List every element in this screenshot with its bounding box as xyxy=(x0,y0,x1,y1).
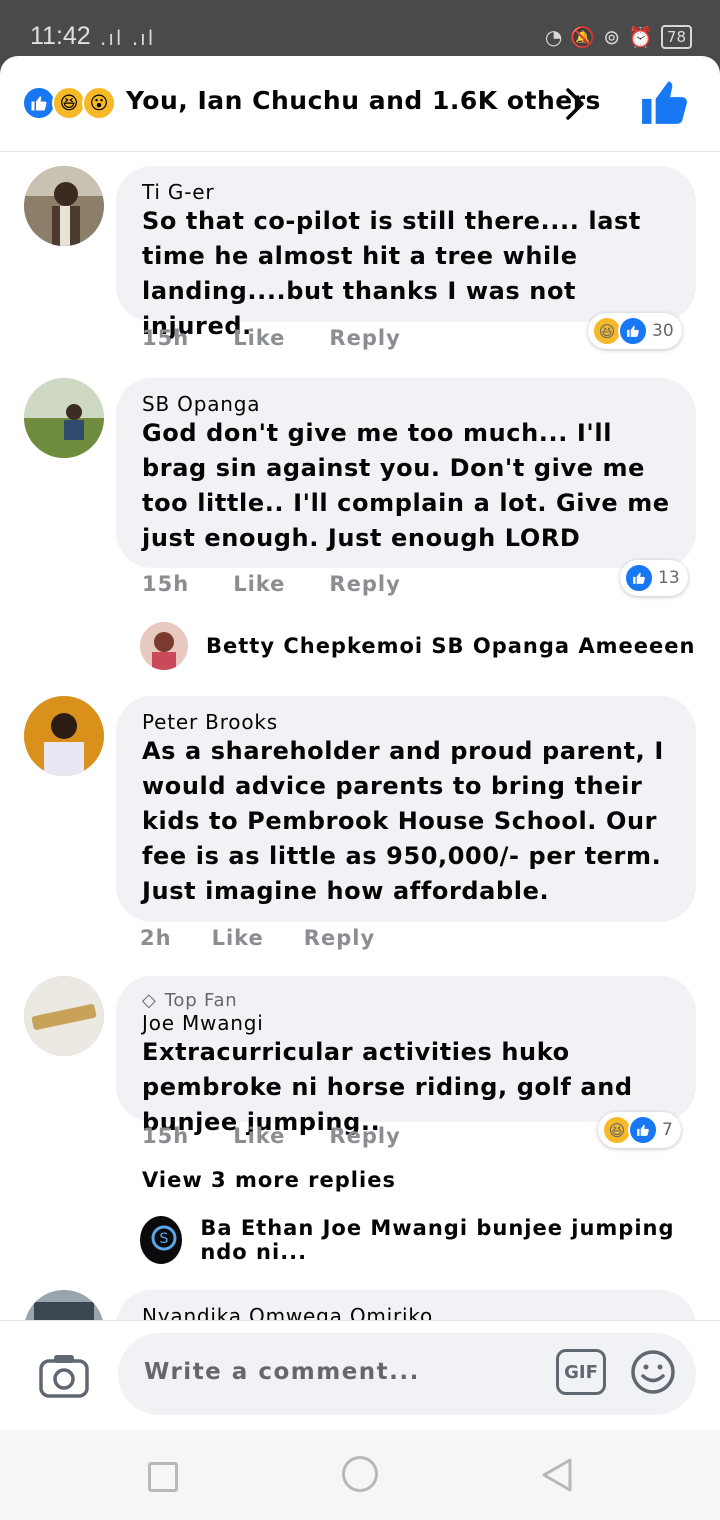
reply-preview-text: Betty Chepkemoi SB Opanga Ameeeen xyxy=(206,634,696,658)
avatar[interactable] xyxy=(24,976,104,1056)
comment-meta: 2h Like Reply xyxy=(140,926,375,950)
like-icon xyxy=(628,1115,658,1145)
comment-author[interactable]: Joe Mwangi xyxy=(142,1011,670,1035)
sim-icon: ◔ xyxy=(544,25,563,49)
comment-meta: 15h Like Reply xyxy=(142,326,401,350)
like-link[interactable]: Like xyxy=(212,926,264,950)
reply-preview[interactable]: S Ba Ethan Joe Mwangi bunjee jumping ndo… xyxy=(140,1216,720,1264)
like-link[interactable]: Like xyxy=(233,1124,285,1148)
comment-time: 2h xyxy=(140,926,172,950)
svg-text:S: S xyxy=(160,1231,169,1247)
chevron-right-icon[interactable] xyxy=(560,84,590,124)
haha-icon: 😆 xyxy=(52,86,86,120)
comment-bubble: ◇ Top Fan Joe Mwangi Extracurricular act… xyxy=(116,976,696,1136)
camera-icon[interactable] xyxy=(38,1353,90,1399)
comment-meta: 15h Like Reply xyxy=(142,572,401,596)
battery-icon: 78 xyxy=(660,25,692,49)
status-bar: 11:42 .ıl .ıl ◔ 🔕 ⊚ ⏰ 78 xyxy=(0,0,720,56)
comment-author[interactable]: Ti G-er xyxy=(142,180,670,204)
like-icon xyxy=(618,316,648,346)
avatar[interactable]: S xyxy=(140,1216,183,1264)
reactions-header[interactable]: 😆 😮 You, Ian Chuchu and 1.6K others xyxy=(0,56,720,152)
comment-input[interactable]: Write a comment... GIF xyxy=(118,1333,696,1415)
wow-icon: 😮 xyxy=(82,86,116,120)
emoji-icon[interactable] xyxy=(630,1349,676,1395)
comments-sheet: 😆 😮 You, Ian Chuchu and 1.6K others Ti G… xyxy=(0,56,720,1520)
comment-reactions[interactable]: 😆 7 xyxy=(598,1112,681,1148)
comment-time: 15h xyxy=(142,572,190,596)
comment-input-placeholder: Write a comment... xyxy=(144,1359,420,1385)
home-button[interactable] xyxy=(342,1456,378,1492)
comment-time: 15h xyxy=(142,326,190,350)
avatar[interactable] xyxy=(24,378,104,458)
vibrate-icon: 🔕 xyxy=(570,25,596,49)
comment-reactions[interactable]: 13 xyxy=(620,560,688,596)
top-fan-badge: ◇ Top Fan xyxy=(142,990,238,1011)
like-icon xyxy=(22,86,56,120)
diamond-icon: ◇ xyxy=(142,990,157,1011)
avatar[interactable] xyxy=(140,622,188,670)
back-icon[interactable] xyxy=(540,1456,574,1494)
system-nav-bar xyxy=(0,1430,720,1520)
view-more-replies[interactable]: View 3 more replies xyxy=(142,1168,396,1192)
reply-link[interactable]: Reply xyxy=(304,926,375,950)
comment-bubble: Peter Brooks As a shareholder and proud … xyxy=(116,696,696,922)
reply-link[interactable]: Reply xyxy=(329,326,400,350)
like-icon xyxy=(624,563,654,593)
comment-bubble: Ti G-er So that co-pilot is still there.… xyxy=(116,166,696,340)
reply-preview[interactable]: Betty Chepkemoi SB Opanga Ameeeen xyxy=(140,622,695,670)
status-icons: ◔ 🔕 ⊚ ⏰ 78 xyxy=(545,25,692,49)
comment-author[interactable]: SB Opanga xyxy=(142,392,670,416)
status-time: 11:42 xyxy=(30,22,91,50)
reaction-count: 13 xyxy=(658,568,680,588)
avatar[interactable] xyxy=(24,696,104,776)
reaction-count: 30 xyxy=(652,321,674,341)
reactions-summary[interactable]: You, Ian Chuchu and 1.6K others xyxy=(126,86,601,115)
comment-author[interactable]: Peter Brooks xyxy=(142,710,670,734)
comment-text: As a shareholder and proud parent, I wou… xyxy=(142,737,664,905)
comment-bubble: SB Opanga God don't give me too much... … xyxy=(116,378,696,568)
reaction-icons: 😆 😮 xyxy=(22,86,116,120)
like-link[interactable]: Like xyxy=(233,572,285,596)
comment-composer: Write a comment... GIF xyxy=(0,1320,720,1430)
reply-link[interactable]: Reply xyxy=(329,1124,400,1148)
comment-time: 15h xyxy=(142,1124,190,1148)
reply-preview-text: Ba Ethan Joe Mwangi bunjee jumping ndo n… xyxy=(200,1216,675,1264)
comment-reactions[interactable]: 😆 30 xyxy=(588,313,682,349)
reaction-count: 7 xyxy=(662,1120,673,1140)
signal-icon: .ıl .ıl xyxy=(100,26,156,50)
comment-text: God don't give me too much... I'll brag … xyxy=(142,419,670,552)
like-thumb-icon[interactable] xyxy=(640,78,690,128)
comment-meta: 15h Like Reply xyxy=(142,1124,401,1148)
avatar[interactable] xyxy=(24,166,104,246)
gif-button[interactable]: GIF xyxy=(556,1349,606,1395)
lock-icon: ⊚ xyxy=(603,25,620,49)
alarm-icon: ⏰ xyxy=(628,25,653,49)
recent-apps-button[interactable] xyxy=(148,1462,178,1492)
reply-link[interactable]: Reply xyxy=(329,572,400,596)
like-link[interactable]: Like xyxy=(233,326,285,350)
